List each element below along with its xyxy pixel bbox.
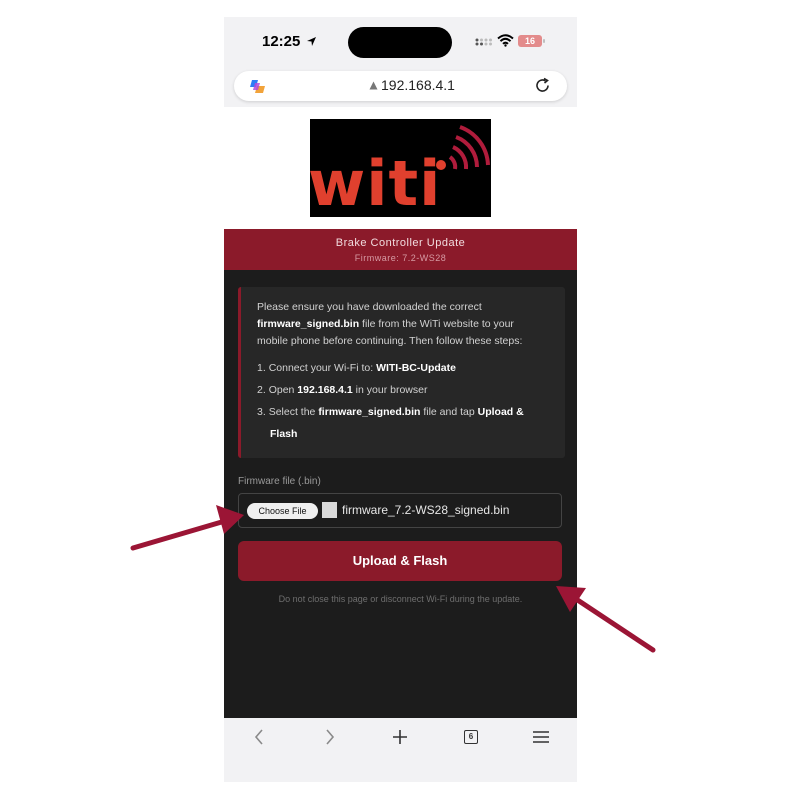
tabs-button[interactable]: 6 [464,730,478,744]
selected-file-name: firmware_7.2-WS28_signed.bin [342,503,510,517]
location-arrow-icon [307,37,316,46]
copilot-icon[interactable] [249,78,266,95]
wifi-icon [497,34,514,47]
battery-tip [543,39,545,43]
instructions-text: Please ensure you have downloaded the co… [257,299,549,350]
file-icon [322,502,337,518]
file-input[interactable]: Choose File firmware_7.2-WS28_signed.bin [238,493,562,528]
forward-icon[interactable] [324,728,336,746]
update-panel: Please ensure you have downloaded the co… [224,270,577,727]
instruction-line: Please ensure you have downloaded the co… [257,301,482,313]
instruction-line: mobile phone before continuing. Then fol… [257,335,523,347]
new-tab-icon[interactable] [391,728,409,746]
dynamic-island [348,27,452,58]
back-icon[interactable] [253,728,265,746]
choose-file-button[interactable]: Choose File [247,503,318,519]
status-bar: 12:25 16 [224,17,577,70]
address-bar-area: 192.168.4.1 [224,70,577,107]
instructions-box: Please ensure you have downloaded the co… [238,287,565,458]
witi-logo: witi [310,119,491,217]
phone-screen: 12:25 16 192.168.4.1 witi Brake Controll… [224,17,577,782]
status-time: 12:25 [262,33,301,50]
url-text[interactable]: 192.168.4.1 [381,77,455,93]
not-secure-icon[interactable] [369,81,378,90]
page-header: Brake Controller Update Firmware: 7.2-WS… [224,229,577,270]
firmware-version: Firmware: 7.2-WS28 [354,253,447,263]
step-item: 2. Open 192.168.4.1 in your browser [257,384,428,396]
step-item: 1. Connect your Wi-Fi to: WITI-BC-Update [257,362,456,374]
step-item-continued: Flash [270,428,298,440]
page-title: Brake Controller Update [335,237,466,249]
address-bar[interactable]: 192.168.4.1 [234,71,567,101]
menu-icon[interactable] [532,728,550,746]
upload-flash-button[interactable]: Upload & Flash [238,541,562,581]
reload-icon[interactable] [534,77,551,94]
warning-text: Do not close this page or disconnect Wi-… [278,594,523,604]
web-page: witi Brake Controller Update Firmware: 7… [224,107,577,727]
instruction-line: file from the WiTi website to your [359,318,514,330]
cellular-signal-icon [475,38,492,46]
file-field-label: Firmware file (.bin) [238,476,321,487]
step-item: 3. Select the firmware_signed.bin file a… [257,406,524,418]
battery-indicator: 16 [518,35,542,47]
instruction-filename: firmware_signed.bin [257,318,360,330]
browser-toolbar: 6 [224,718,577,782]
signal-waves-icon [436,125,490,170]
